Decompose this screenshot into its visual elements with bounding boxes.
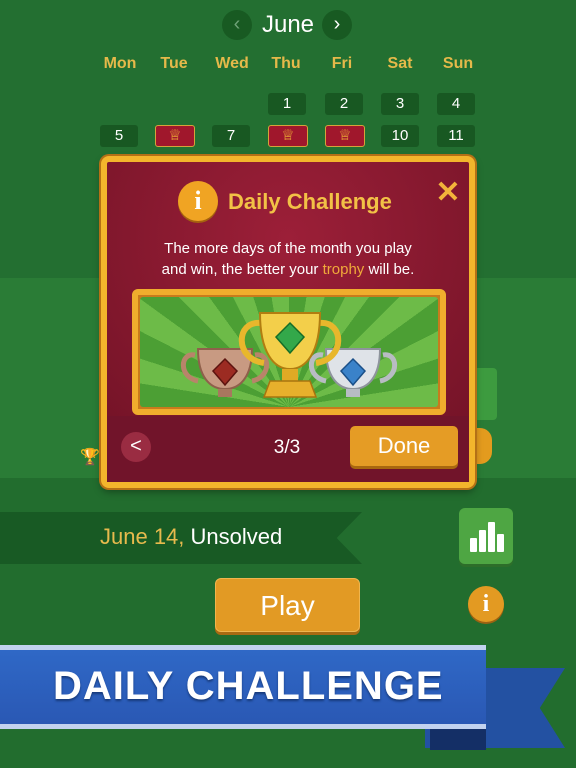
trophies-icon (180, 312, 398, 398)
calendar-day[interactable]: 1 (268, 93, 306, 115)
calendar-day[interactable]: 7 (212, 125, 250, 147)
trophy-icon: 🏆 (80, 449, 100, 466)
trophy-illustration-frame (132, 289, 446, 415)
description-line-1: The more days of the month you play (164, 240, 412, 257)
crown-icon: ♕ (168, 127, 182, 144)
info-button[interactable]: i (468, 586, 504, 622)
month-navigation: ‹ June › (0, 10, 576, 42)
done-button[interactable]: Done (350, 426, 458, 466)
info-icon: i (178, 181, 218, 221)
chevron-right-icon[interactable]: › (322, 10, 352, 40)
crown-icon: ♕ (338, 127, 352, 144)
banner-fold (430, 728, 486, 750)
status-line: June 14, Unsolved (100, 522, 282, 552)
play-button[interactable]: Play (215, 578, 360, 632)
crown-icon: ♕ (281, 127, 295, 144)
dialog-description: The more days of the month you play and … (127, 238, 449, 280)
weekday-header: Mon Tue Wed Thu Fri Sat Sun (0, 55, 576, 77)
weekday-fri: Fri (331, 55, 353, 72)
calendar-day[interactable]: 11 (437, 125, 475, 147)
chevron-left-icon[interactable]: < (121, 432, 151, 462)
status-date: June 14, (100, 524, 185, 549)
weekday-wed: Wed (215, 55, 249, 72)
description-line-2: and win, the better your trophy will be. (161, 261, 415, 278)
weekday-tue: Tue (160, 55, 188, 72)
bronze-trophy-icon (180, 348, 270, 397)
dialog-title: Daily Challenge (228, 189, 392, 214)
weekday-thu: Thu (271, 55, 301, 72)
calendar-day[interactable]: 5 (100, 125, 138, 147)
trophy-illustration (140, 297, 438, 407)
calendar-day[interactable]: 3 (381, 93, 419, 115)
chevron-left-icon[interactable]: ‹ (222, 10, 252, 40)
daily-challenge-dialog: i Daily Challenge ✕ The more days of the… (101, 156, 475, 488)
calendar-day[interactable]: 2 (325, 93, 363, 115)
page-indicator: 3/3 (273, 437, 301, 458)
calendar-day-won[interactable]: ♕ (268, 125, 308, 147)
calendar-day-won[interactable]: ♕ (325, 125, 365, 147)
month-title: June (261, 11, 315, 38)
weekday-sun: Sun (442, 55, 474, 72)
weekday-sat: Sat (387, 55, 413, 72)
calendar-day[interactable]: 4 (437, 93, 475, 115)
status-state: Unsolved (190, 524, 283, 549)
calendar-day-won[interactable]: ♕ (155, 125, 195, 147)
weekday-mon: Mon (103, 55, 137, 72)
silver-trophy-icon (308, 348, 398, 397)
close-icon[interactable]: ✕ (433, 178, 463, 208)
calendar-day[interactable]: 10 (381, 125, 419, 147)
banner-title: DAILY CHALLENGE (53, 664, 444, 708)
trophy-link-text: trophy (322, 261, 365, 278)
stats-button[interactable] (459, 508, 513, 564)
